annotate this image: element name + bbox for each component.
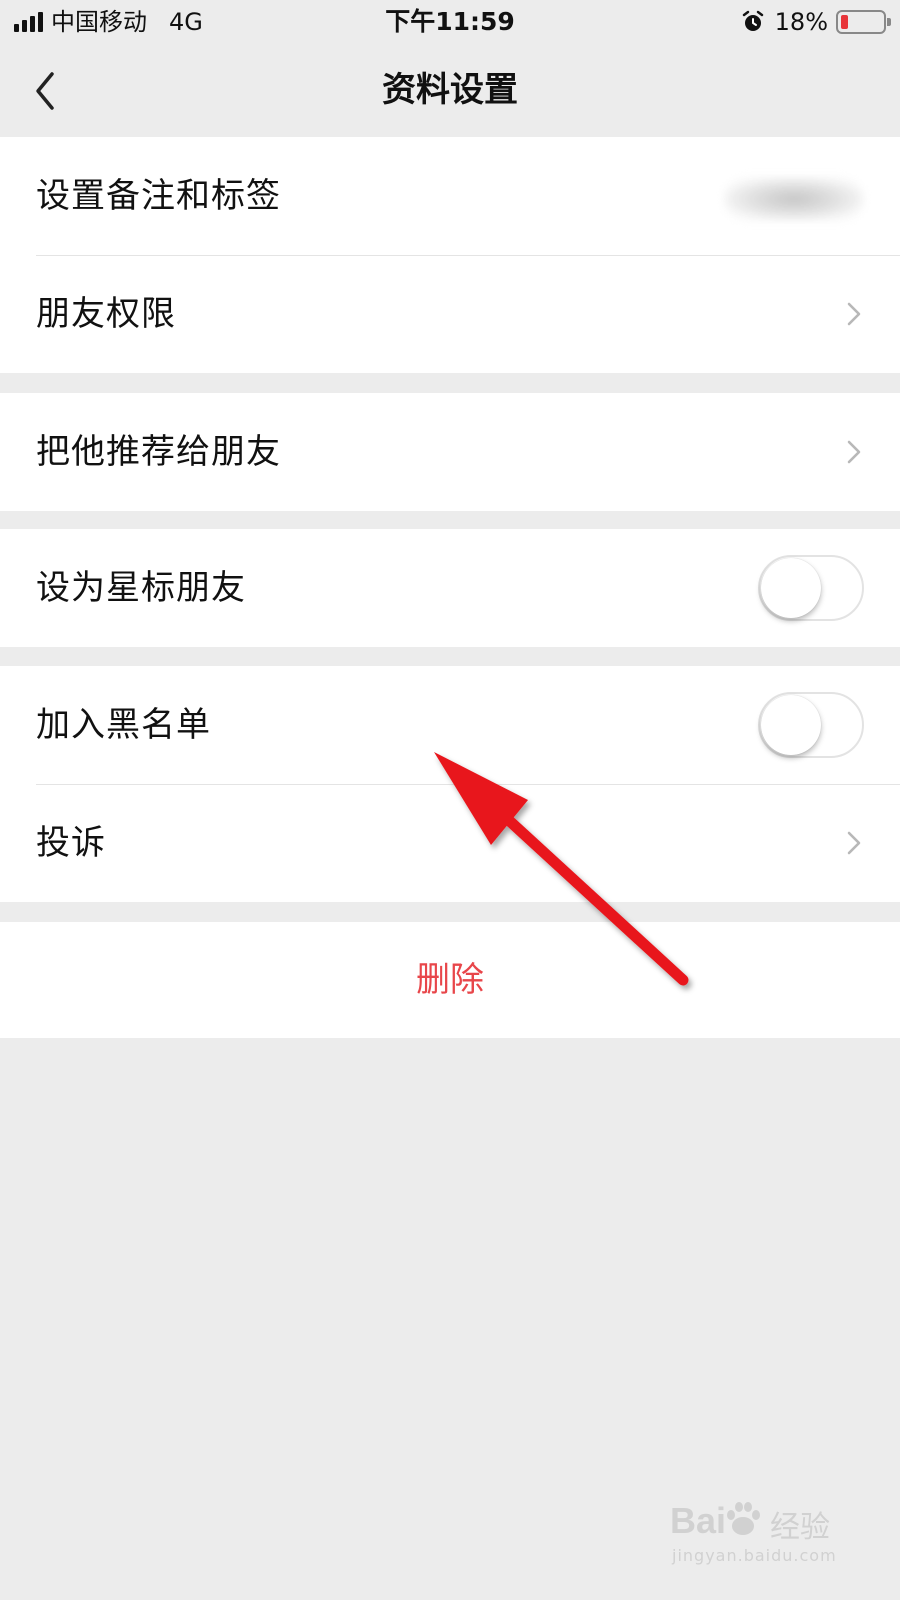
- battery-percent: 18%: [774, 8, 828, 36]
- delete-group: 删除: [0, 922, 900, 1038]
- row-label: 朋友权限: [36, 294, 176, 334]
- row-set-remarks-and-tags[interactable]: 设置备注和标签: [0, 137, 900, 255]
- watermark-url: jingyan.baidu.com: [672, 1546, 837, 1565]
- star-friend-toggle[interactable]: [758, 555, 864, 621]
- battery-tip: [887, 18, 891, 26]
- row-star-friend: 设为星标朋友: [0, 529, 900, 647]
- watermark-logo-text: Bai: [670, 1500, 727, 1541]
- delete-label: 删除: [416, 960, 484, 1000]
- row-label: 投诉: [36, 823, 106, 863]
- toggle-knob: [761, 695, 821, 755]
- chevron-right-icon: [847, 831, 861, 855]
- settings-group-star: 设为星标朋友: [0, 529, 900, 647]
- watermark-brand: 经验: [770, 1510, 830, 1545]
- row-label: 设为星标朋友: [36, 568, 246, 608]
- settings-group-block: 加入黑名单 投诉: [0, 666, 900, 902]
- row-add-to-blacklist: 加入黑名单: [0, 666, 900, 784]
- blacklist-toggle[interactable]: [758, 692, 864, 758]
- row-label: 把他推荐给朋友: [36, 432, 281, 472]
- nav-bar: 资料设置: [0, 44, 900, 136]
- status-bar: 中国移动 4G 下午11:59 18%: [0, 0, 900, 44]
- baidu-jingyan-watermark: Bai 经验 jingyan.baidu.com: [670, 1500, 840, 1570]
- settings-group-recommend: 把他推荐给朋友: [0, 393, 900, 511]
- battery-level: [841, 15, 849, 29]
- blurred-remark-value: [724, 177, 864, 221]
- row-recommend-to-friends[interactable]: 把他推荐给朋友: [0, 393, 900, 511]
- row-friend-permissions[interactable]: 朋友权限: [0, 255, 900, 373]
- delete-button[interactable]: 删除: [0, 922, 900, 1038]
- row-label: 加入黑名单: [36, 705, 211, 745]
- status-bar-right: 18%: [741, 8, 891, 36]
- settings-group-remarks: 设置备注和标签 朋友权限: [0, 137, 900, 373]
- chevron-right-icon: [847, 440, 861, 464]
- row-complaint[interactable]: 投诉: [0, 784, 900, 902]
- baidu-paw-icon: [727, 1502, 760, 1535]
- row-label: 设置备注和标签: [36, 176, 281, 216]
- chevron-right-icon: [847, 302, 861, 326]
- page-title: 资料设置: [382, 70, 518, 110]
- battery-icon: [836, 10, 891, 34]
- toggle-knob: [761, 558, 821, 618]
- alarm-icon: [742, 10, 763, 31]
